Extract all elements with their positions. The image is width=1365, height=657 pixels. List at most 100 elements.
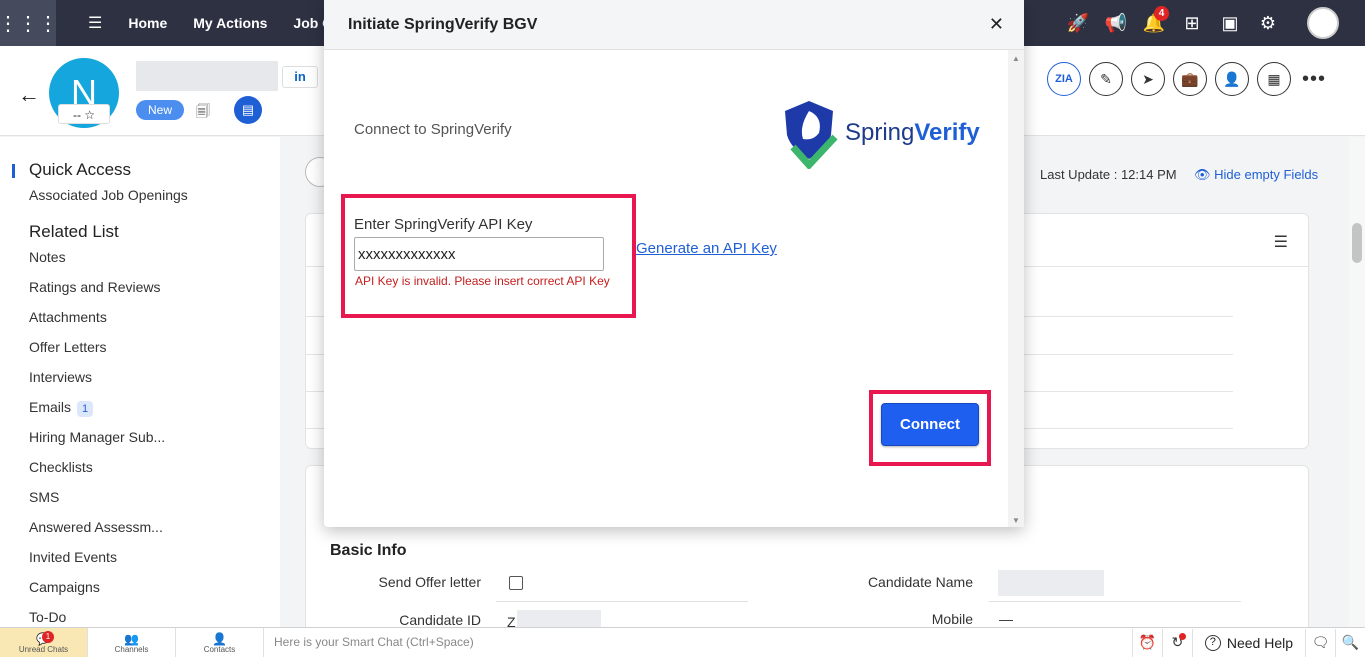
left-sidebar: Quick Access Associated Job Openings Rel…	[0, 137, 280, 627]
assign-user-icon[interactable]: 👤	[1215, 62, 1249, 96]
sidebar-item-interviews[interactable]: Interviews	[29, 362, 280, 392]
sidebar-item-invited-events[interactable]: Invited Events	[29, 542, 280, 572]
sidebar-item-attachments[interactable]: Attachments	[29, 302, 280, 332]
springverify-shield-icon	[785, 101, 838, 169]
nav-home[interactable]: Home	[128, 15, 167, 31]
gear-icon[interactable]: ⚙	[1249, 0, 1287, 46]
field-divider	[989, 601, 1241, 602]
linkedin-icon[interactable]: in	[282, 66, 318, 88]
more-options-icon[interactable]: •••	[1299, 62, 1329, 96]
logo-text-spring: Spring	[845, 119, 915, 146]
list-icon[interactable]: ☰	[1274, 232, 1288, 252]
field-divider	[496, 601, 748, 602]
connect-to-text: Connect to SpringVerify	[354, 121, 512, 138]
menu-icon[interactable]: ☰	[88, 13, 102, 33]
modal-scrollbar[interactable]: ▲ ▼	[1008, 50, 1024, 527]
basic-info-heading: Basic Info	[330, 542, 407, 559]
megaphone-icon[interactable]: 📢	[1097, 0, 1135, 46]
zia-icon[interactable]: ZIA	[1047, 62, 1081, 96]
sidebar-item-assessments[interactable]: Answered Assessm...	[29, 512, 280, 542]
tab-contacts[interactable]: 👤 Contacts	[176, 628, 264, 657]
topbar-icons: 🚀 📢 🔔 4 ⊞ ▣ ⚙	[1059, 0, 1365, 46]
need-help-label: Need Help	[1226, 634, 1293, 651]
springverify-logo: SpringVerify	[779, 96, 984, 170]
candidate-id-label: Candidate ID	[399, 612, 481, 628]
modal-header: Initiate SpringVerify BGV	[324, 0, 1024, 50]
add-icon[interactable]: ⊞	[1173, 0, 1211, 46]
api-key-input[interactable]	[354, 237, 604, 271]
status-badge[interactable]: New	[136, 100, 184, 120]
candidate-name-redacted	[136, 61, 278, 91]
tab-unread-chats[interactable]: 💬 1 Unread Chats	[0, 628, 88, 657]
calendar-icon[interactable]: ▣	[1211, 0, 1249, 46]
nav-my-actions[interactable]: My Actions	[193, 15, 267, 31]
scroll-up-icon[interactable]: ▲	[1012, 54, 1020, 63]
connect-button[interactable]: Connect	[881, 403, 979, 446]
alarm-icon[interactable]: ⏰	[1131, 628, 1162, 657]
page-scrollbar[interactable]	[1349, 137, 1365, 627]
send-icon[interactable]: ➤	[1131, 62, 1165, 96]
springverify-modal: Initiate SpringVerify BGV ✕ ▲ ▼ Connect …	[324, 0, 1024, 527]
sidebar-item-label: Emails	[29, 399, 72, 415]
candidate-name-label: Candidate Name	[867, 574, 973, 590]
close-icon[interactable]: ✕	[989, 14, 1004, 35]
candidate-name-value-redacted	[998, 570, 1104, 596]
briefcase-icon[interactable]: 💼	[1173, 62, 1207, 96]
send-offer-letter-checkbox[interactable]	[509, 576, 523, 590]
help-icon: ?	[1204, 634, 1221, 651]
contacts-icon: 👤	[212, 631, 227, 646]
scroll-down-icon[interactable]: ▼	[1012, 516, 1020, 525]
tab-channels[interactable]: 👥 Channels	[88, 628, 176, 657]
quick-access-heading: Quick Access	[29, 160, 132, 179]
last-update-text: Last Update : 12:14 PM	[1040, 167, 1177, 182]
notification-badge: 4	[1154, 6, 1169, 21]
search-icon[interactable]: 🔍	[1335, 628, 1365, 657]
user-avatar[interactable]	[1307, 7, 1339, 39]
logo-text: SpringVerify	[845, 119, 980, 147]
api-key-label: Enter SpringVerify API Key	[354, 216, 533, 233]
eye-off-icon: 👁	[1194, 167, 1215, 182]
apps-grid-icon[interactable]: ⋮⋮⋮	[0, 0, 58, 46]
candidate-rating[interactable]: -- ☆	[58, 104, 110, 124]
sidebar-item-offer-letters[interactable]: Offer Letters	[29, 332, 280, 362]
alert-dot	[1178, 632, 1186, 640]
smart-chat-input[interactable]: Here is your Smart Chat (Ctrl+Space)	[264, 628, 1132, 657]
quick-access-indicator	[12, 164, 15, 178]
mobile-label: Mobile	[931, 611, 973, 627]
sidebar-item-associated-job-openings[interactable]: Associated Job Openings	[29, 180, 280, 210]
sidebar-item-notes[interactable]: Notes	[29, 242, 280, 272]
hide-empty-fields-link[interactable]: 👁 Hide empty Fields	[1194, 167, 1318, 183]
notes-icon[interactable]: 🗐	[190, 100, 216, 122]
count-badge: 1	[77, 401, 94, 417]
hide-empty-label: Hide empty Fields	[1214, 167, 1319, 182]
send-offer-letter-label: Send Offer letter	[378, 574, 481, 590]
sidebar-item-ratings[interactable]: Ratings and Reviews	[29, 272, 280, 302]
sidebar-item-hiring-manager[interactable]: Hiring Manager Sub...	[29, 422, 280, 452]
bell-icon[interactable]: 🔔 4	[1135, 0, 1173, 46]
scroll-thumb[interactable]	[1352, 223, 1362, 263]
edit-icon[interactable]: ✎	[1089, 62, 1123, 96]
modal-title: Initiate SpringVerify BGV	[348, 15, 538, 33]
history-icon[interactable]: ↻	[1161, 628, 1192, 657]
sidebar-item-emails[interactable]: Emails 1	[29, 392, 280, 422]
chat-bubble-icon[interactable]: 🗨	[1305, 628, 1335, 657]
generate-api-key-link[interactable]: Generate an API Key	[636, 240, 777, 257]
bottom-right-tools: ⏰ ↻ ? Need Help 🗨 🔍	[1131, 628, 1365, 657]
tab-label: Unread Chats	[18, 644, 69, 654]
related-list: Notes Ratings and Reviews Attachments Of…	[29, 242, 280, 627]
back-arrow-icon[interactable]: ←	[18, 82, 40, 108]
sidebar-item-todo[interactable]: To-Do	[29, 602, 280, 627]
document-icon[interactable]: ▤	[234, 96, 262, 124]
tab-label: Channels	[114, 644, 149, 654]
schedule-icon[interactable]: ▦	[1257, 62, 1291, 96]
rocket-icon[interactable]: 🚀	[1059, 0, 1097, 46]
unread-badge: 1	[42, 631, 54, 643]
record-actions: ZIA ✎ ➤ 💼 👤 ▦ •••	[1047, 62, 1329, 96]
sidebar-item-checklists[interactable]: Checklists	[29, 452, 280, 482]
sidebar-item-sms[interactable]: SMS	[29, 482, 280, 512]
related-list-heading: Related List	[29, 222, 119, 241]
tab-label: Contacts	[203, 644, 236, 654]
sidebar-item-campaigns[interactable]: Campaigns	[29, 572, 280, 602]
api-key-error: API Key is invalid. Please insert correc…	[355, 274, 610, 288]
need-help-button[interactable]: ? Need Help	[1191, 628, 1305, 657]
